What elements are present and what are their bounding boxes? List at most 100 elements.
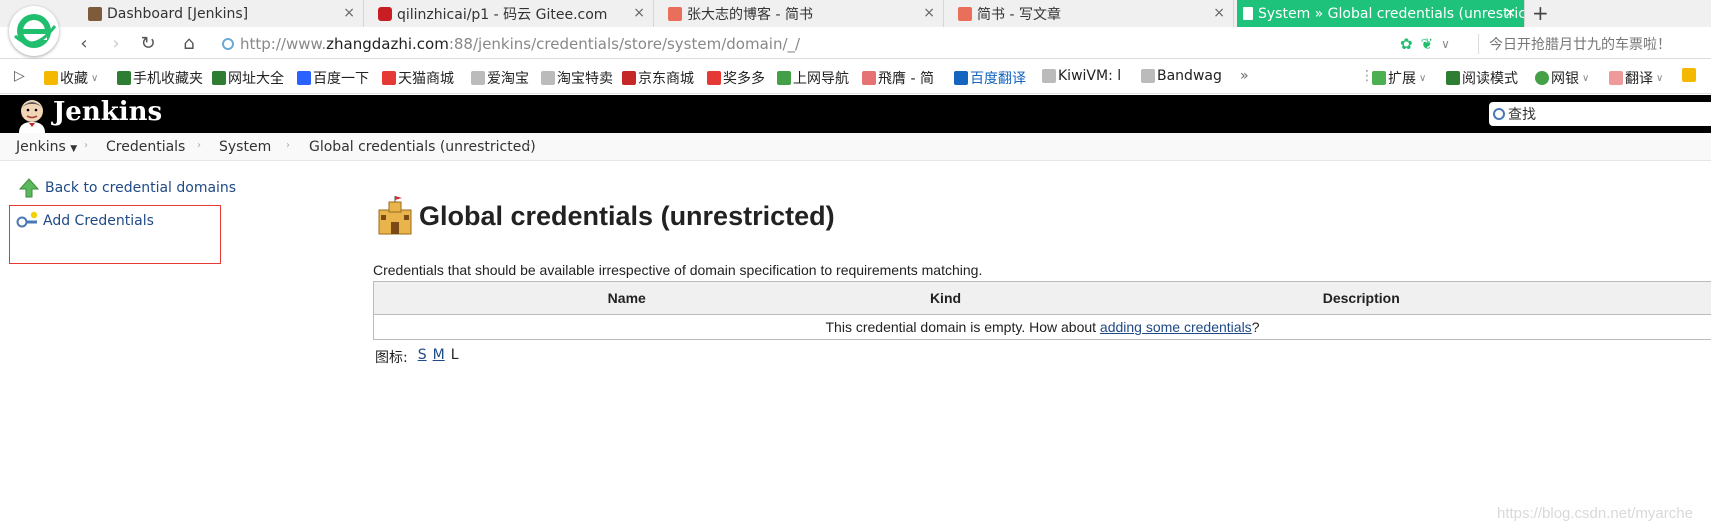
bookmark-item[interactable]: 百度翻译 [954,68,1026,88]
bookmark-item[interactable]: 上网导航 [777,68,849,88]
close-icon[interactable]: × [923,5,935,21]
icon-size-label: 图标: [375,350,408,366]
close-icon[interactable]: × [633,5,645,21]
search-input[interactable]: 查找 [1508,104,1536,124]
tab-title: 张大志的博客 - 简书 [687,6,813,23]
star-icon [44,71,58,85]
bookmark-item[interactable]: 手机收藏夹 [117,68,203,88]
tab-gitee[interactable]: qilinzhicai/p1 - 码云 Gitee.com × [372,0,654,27]
domain-description: Credentials that should be available irr… [373,262,983,278]
page-icon [1042,69,1056,83]
jianshu-favicon-icon [668,6,682,21]
caret-down-icon[interactable]: ▼ [70,144,77,154]
translate-button[interactable]: 翻译 ∨ [1609,68,1663,88]
address-bar-actions: ✿ ❦ ∨ [1400,35,1450,53]
icon-size-medium[interactable]: M [433,347,445,367]
browser-logo-icon[interactable] [9,6,59,56]
jenkins-butler-icon[interactable] [14,97,50,133]
promo-text[interactable]: 今日开抢腊月廿九的车票啦！ [1478,34,1671,54]
prize-icon [707,71,721,85]
breadcrumb-credentials[interactable]: Credentials [106,139,185,155]
table-row: This credential domain is empty. How abo… [373,314,1711,340]
puzzle-icon [1372,71,1386,85]
extensions-button[interactable]: 扩展 ∨ [1372,68,1426,88]
search-box[interactable]: 查找 [1489,102,1711,126]
jianshu-icon [862,71,876,85]
close-icon[interactable]: × [343,5,355,21]
reload-button[interactable]: ↻ [137,32,159,54]
bookmark-item[interactable]: 天猫商城 [382,68,454,88]
icon-size-large: L [450,347,459,363]
page-icon [1141,69,1155,83]
mobile-icon [117,71,131,85]
chevron-down-icon[interactable]: ∨ [1441,37,1450,51]
close-icon[interactable]: × [1504,5,1516,21]
tab-title: qilinzhicai/p1 - 码云 Gitee.com [397,6,608,23]
page-favicon-icon [1243,7,1253,20]
tab-title: System » Global credentials (unrestricte… [1258,5,1524,22]
sidebar-toggle-icon[interactable]: ▷ [14,68,25,84]
url-input[interactable]: http://www. zhangdazhi.com:88/jenkins/cre… [222,33,1382,55]
jenkins-favicon-icon [88,6,102,21]
site-info-icon[interactable] [222,38,234,50]
tab-jianshu-blog[interactable]: 张大志的博客 - 简书 × [662,0,944,27]
bookmark-item[interactable]: 网址大全 [212,68,284,88]
column-description[interactable]: Description [1011,281,1711,315]
chevron-right-icon: › [84,140,88,151]
chevron-down-icon: ∨ [1656,72,1664,84]
baidu-paw-icon [297,71,311,85]
bookmark-bar: ▷ 收藏 ∨ 手机收藏夹 网址大全 百度一下 天猫商城 爱淘宝 淘宝特卖 京东商城… [0,60,1711,94]
breadcrumb-jenkins[interactable]: Jenkins ▼ [16,139,77,155]
jenkins-title[interactable]: Jenkins [53,97,162,127]
reading-mode-button[interactable]: 阅读模式 [1446,68,1518,88]
hao-icon [777,71,791,85]
url-path: :88/jenkins/credentials/store/system/dom… [448,35,801,53]
gitee-favicon-icon [378,6,392,21]
bookmark-item[interactable]: Bandwag [1141,68,1222,84]
more-extension-icon[interactable] [1682,68,1698,82]
chevron-down-icon: ∨ [1419,72,1427,84]
back-button[interactable]: ‹ [73,32,95,54]
url-prefix: http://www. [240,35,327,53]
breadcrumb-system[interactable]: System [219,139,271,155]
column-name[interactable]: Name [373,281,880,315]
home-button[interactable]: ⌂ [178,32,200,54]
jenkins-header: Jenkins 查找 [0,95,1711,133]
new-tab-button[interactable]: + [1532,1,1549,25]
forward-button[interactable]: › [105,32,127,54]
bookmark-item[interactable]: 奖多多 [707,68,765,88]
tab-global-credentials[interactable]: System » Global credentials (unrestricte… [1237,0,1525,27]
online-banking-button[interactable]: 网银 ∨ [1535,68,1589,88]
globe-icon [212,71,226,85]
chevron-right-icon: › [527,140,531,151]
empty-message: This credential domain is empty. How abo… [373,314,1711,340]
icon-size-small[interactable]: S [418,347,427,367]
url-host: zhangdazhi.com [326,35,449,53]
bookmark-item[interactable]: 百度一下 [297,68,369,88]
bookmark-item[interactable]: 收藏 ∨ [44,68,98,88]
green-swirl-icon[interactable]: ✿ [1400,35,1413,53]
bookmark-item[interactable]: KiwiVM: l [1042,68,1121,84]
close-icon[interactable]: × [1213,5,1225,21]
breadcrumb-global-credentials[interactable]: Global credentials (unrestricted) [309,139,536,155]
tab-dashboard[interactable]: Dashboard [Jenkins] × [82,0,364,27]
table-header-row: Name Kind Description [373,281,1711,315]
browser-tab-strip: Dashboard [Jenkins] × qilinzhicai/p1 - 码… [0,0,1711,27]
icon-size-selector: 图标: S M L [375,347,459,367]
bookmark-item[interactable]: 京东商城 [622,68,694,88]
tab-jianshu-write[interactable]: 简书 - 写文章 × [952,0,1234,27]
column-kind[interactable]: Kind [879,281,1012,315]
bookmark-item[interactable]: 爱淘宝 [471,68,529,88]
tab-title: Dashboard [Jenkins] [107,5,249,22]
tab-title: 简书 - 写文章 [977,6,1061,23]
highlight-annotation-box [9,205,221,264]
back-to-credential-domains-link[interactable]: Back to credential domains [17,176,236,200]
bookmarks-overflow-button[interactable]: » [1240,68,1249,84]
adding-credentials-link[interactable]: adding some credentials [1100,319,1252,335]
credentials-table: Name Kind Description This credential do… [373,281,1711,340]
bookmark-item[interactable]: 飛膺 - 简 [862,68,934,88]
bookmark-item[interactable]: 淘宝特卖 [541,68,613,88]
arrow-up-icon [18,178,40,198]
book-icon [1446,71,1460,85]
leaf-icon[interactable]: ❦ [1421,35,1434,53]
